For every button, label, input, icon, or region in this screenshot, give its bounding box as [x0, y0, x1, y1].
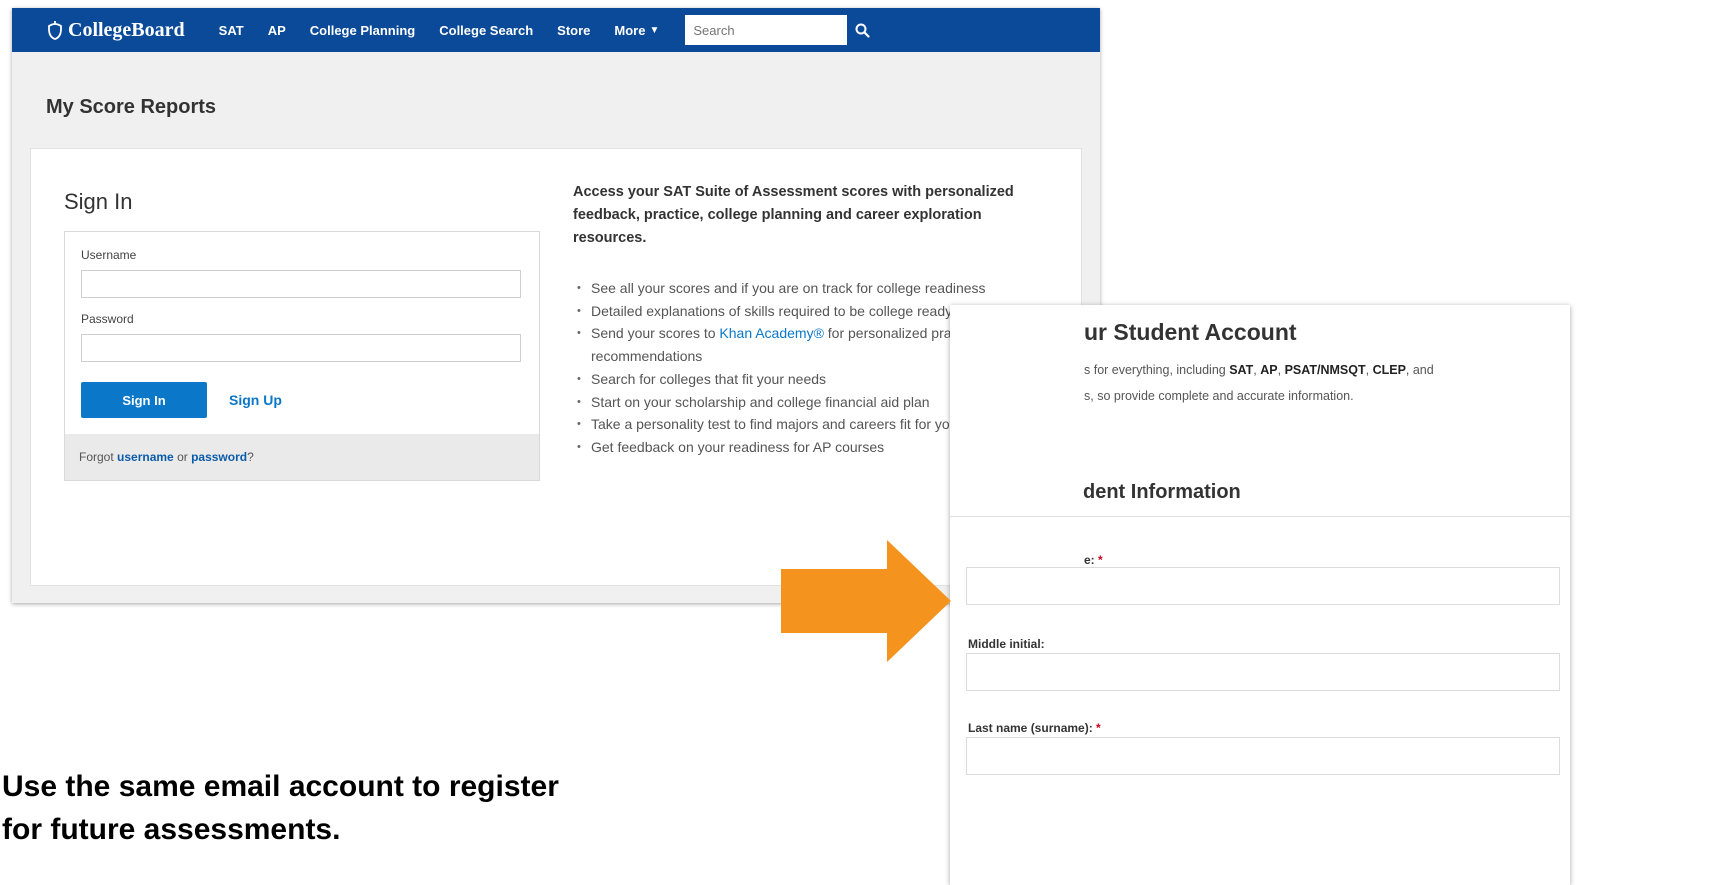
khan-academy-link[interactable]: Khan Academy®: [719, 325, 824, 341]
first-name-label: e: *: [1084, 553, 1103, 567]
required-mark: *: [1098, 553, 1103, 567]
nav-item-sat[interactable]: SAT: [207, 8, 256, 52]
desc-clep: CLEP: [1372, 363, 1406, 377]
password-field[interactable]: [81, 334, 521, 362]
forgot-credentials-bar: Forgot username or password?: [65, 434, 539, 480]
nav-item-store[interactable]: Store: [545, 8, 602, 52]
first-name-field[interactable]: [966, 567, 1560, 605]
username-field[interactable]: [81, 270, 521, 298]
logo-text: CollegeBoard: [68, 18, 185, 41]
student-info-heading: dent Information: [1083, 481, 1241, 503]
desc-ap: AP: [1260, 363, 1278, 377]
caption-line-2: for future assessments.: [2, 813, 341, 846]
nav-item-label: Store: [557, 22, 591, 38]
label-text: e:: [1084, 553, 1095, 567]
desc-text: ,: [1365, 363, 1373, 377]
label-text: Last name (surname):: [968, 721, 1093, 735]
username-label: Username: [81, 248, 137, 262]
forgot-username-link[interactable]: username: [117, 450, 174, 464]
benefit-text-pre: Send your scores to: [591, 325, 720, 342]
nav-item-label: SAT: [218, 22, 244, 38]
search-input[interactable]: [685, 15, 848, 45]
nav-item-college-search[interactable]: College Search: [427, 8, 545, 52]
signin-form: Username Password Sign In Sign Up Forgot…: [64, 231, 540, 481]
signin-button[interactable]: Sign In: [81, 382, 207, 418]
search-icon: [855, 23, 870, 38]
content-panel: Sign In Username Password Sign In Sign U…: [30, 148, 1082, 586]
student-account-screenshot: ur Student Account s for everything, inc…: [950, 305, 1570, 885]
password-label: Password: [81, 312, 134, 326]
forgot-or: or: [173, 450, 192, 464]
desc-text: s for everything, including: [1084, 363, 1230, 377]
top-navigation-bar: CollegeBoard SAT AP College Planning Col…: [12, 8, 1100, 52]
arrow-right-icon: [781, 540, 951, 662]
caption: Use the same email account to register f…: [2, 765, 882, 851]
last-name-field[interactable]: [966, 737, 1560, 775]
page-title: My Score Reports: [46, 96, 217, 118]
desc-line2: s, so provide complete and accurate info…: [1084, 389, 1354, 403]
chevron-down-icon: ▼: [649, 24, 660, 36]
acorn-icon: [48, 21, 62, 40]
desc-sat: SAT: [1229, 363, 1254, 377]
forgot-password-link[interactable]: password: [191, 450, 247, 464]
nav-item-label: More: [614, 22, 646, 38]
nav-item-label: College Planning: [309, 22, 416, 38]
nav-item-label: College Search: [439, 22, 534, 38]
account-description: s for everything, including SAT, AP, PSA…: [1084, 357, 1564, 409]
desc-psat: PSAT/NMSQT: [1284, 363, 1366, 377]
search-area: [685, 15, 877, 45]
middle-initial-field[interactable]: [966, 653, 1560, 691]
desc-text: , and: [1405, 363, 1434, 377]
search-button[interactable]: [847, 15, 877, 45]
collegeboard-logo[interactable]: CollegeBoard: [12, 8, 207, 52]
desc-text: ,: [1277, 363, 1285, 377]
nav-item-more[interactable]: More ▼: [602, 8, 671, 52]
divider: [950, 516, 1570, 517]
nav-item-college-planning[interactable]: College Planning: [298, 8, 427, 52]
nav-item-ap[interactable]: AP: [256, 8, 298, 52]
forgot-prefix: Forgot: [79, 450, 114, 464]
account-heading: ur Student Account: [1084, 319, 1297, 345]
list-item: See all your scores and if you are on tr…: [573, 277, 1063, 300]
signup-link[interactable]: Sign Up: [229, 392, 282, 408]
forgot-suffix: ?: [247, 450, 254, 464]
middle-initial-label: Middle initial:: [968, 637, 1045, 651]
access-heading: Access your SAT Suite of Assessment scor…: [573, 184, 1014, 246]
last-name-label: Last name (surname): *: [968, 721, 1101, 735]
required-mark: *: [1096, 721, 1101, 735]
nav-item-label: AP: [267, 22, 286, 38]
caption-line-1: Use the same email account to register: [2, 770, 559, 803]
signin-title: Sign In: [64, 189, 133, 214]
score-reports-screenshot: CollegeBoard SAT AP College Planning Col…: [12, 8, 1100, 603]
